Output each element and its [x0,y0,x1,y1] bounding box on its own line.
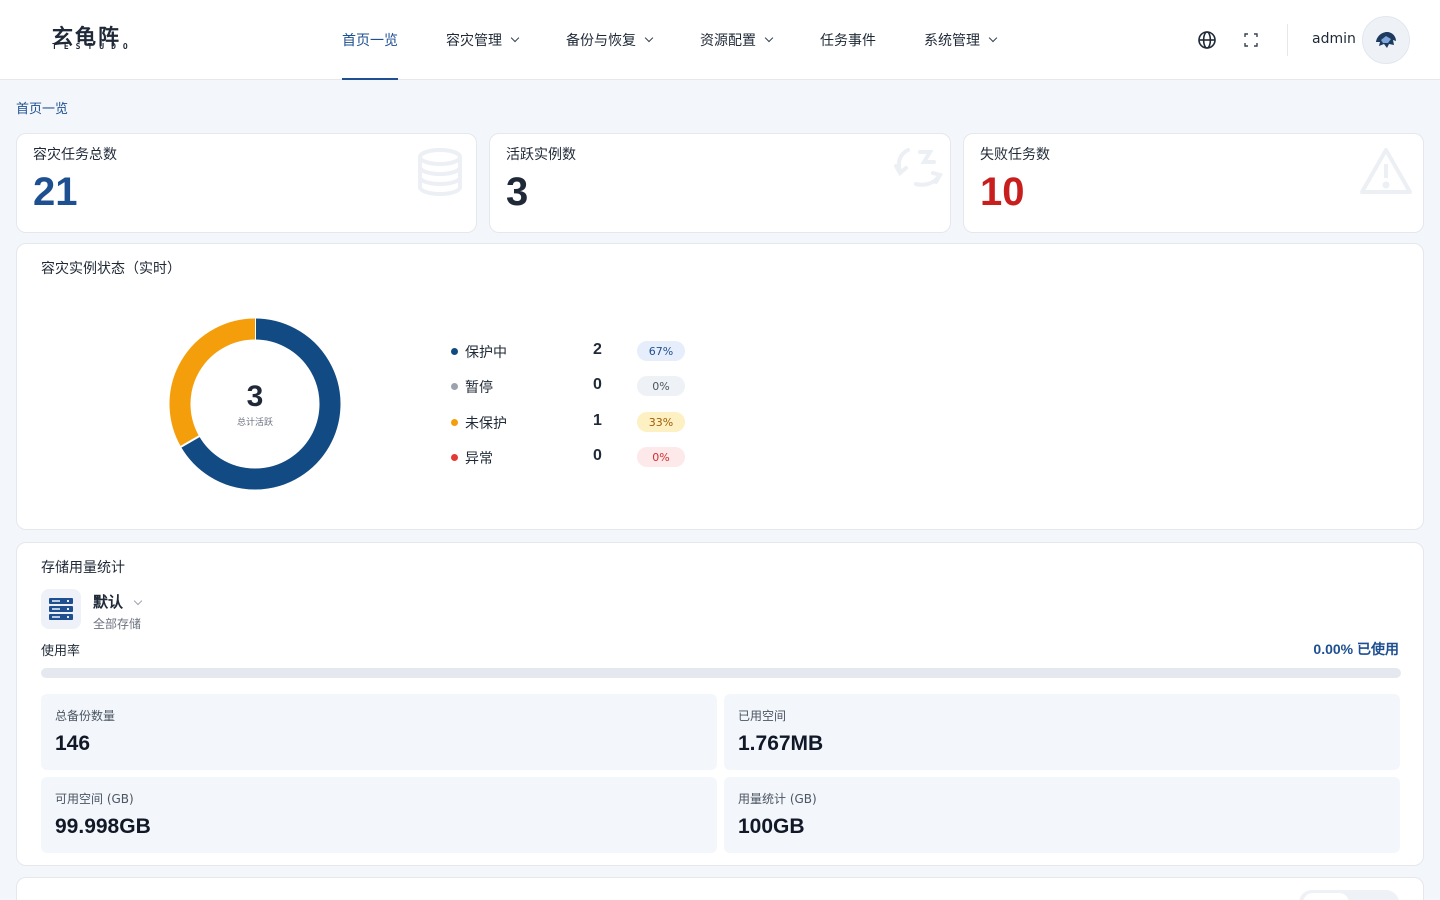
nav-item-label: 首页一览 [342,33,398,49]
chevron-down-icon [133,596,143,605]
legend-label: 暂停 [465,380,493,396]
server-icon [41,589,81,629]
legend-item-paused[interactable]: 暂停 0 0% [451,376,711,396]
status-donut-chart: 3 总计活跃 [169,317,341,490]
warning-icon [1359,146,1413,200]
metric-label: 用量统计 (GB) [738,792,817,806]
panel-title: 容灾实例状态（实时） [41,261,181,277]
brand-logo[interactable]: 玄龟阵 TESTUDO [52,26,172,53]
donut-total: 3 [246,379,264,413]
legend-percent-badge: 0% [637,447,685,467]
stat-label: 容灾任务总数 [33,147,117,163]
stat-label: 失败任务数 [980,147,1050,163]
stat-label: 活跃实例数 [506,147,576,163]
metric-label: 已用空间 [738,709,787,723]
metric-value: 1.767MB [738,732,824,755]
legend-count: 0 [593,376,602,393]
nav-item-task-events[interactable]: 任务事件 [796,0,900,80]
fullscreen-icon[interactable] [1239,28,1263,52]
metric-capacity: 用量统计 (GB) 100GB [724,777,1400,853]
stat-card-active-instances: 活跃实例数 3 [489,133,951,233]
topbar-divider [1287,24,1288,56]
legend-percent-badge: 67% [637,341,685,361]
legend-count: 2 [593,341,602,358]
next-panel [16,877,1424,900]
main-nav: 首页一览 容灾管理 备份与恢复 资源配置 任务事件 系统管理 [318,0,1020,80]
nav-item-home[interactable]: 首页一览 [318,0,422,80]
globe-icon[interactable] [1195,28,1219,52]
legend-item-unprotected[interactable]: 未保护 1 33% [451,412,711,432]
legend-dot [451,348,458,355]
donut-total-label: 总计活跃 [236,417,273,428]
chevron-down-icon [764,33,774,43]
nav-item-label: 容灾管理 [446,33,502,49]
legend-item-abnormal[interactable]: 异常 0 0% [451,447,711,467]
usage-label: 使用率 [41,644,81,659]
avatar[interactable] [1362,16,1410,64]
metric-value: 146 [55,732,91,755]
stat-value: 21 [33,170,78,214]
nav-item-label: 系统管理 [924,33,980,49]
metric-label: 可用空间 (GB) [55,792,134,806]
chevron-down-icon [510,33,520,43]
turtle-icon [1376,32,1396,48]
stat-card-total-tasks: 容灾任务总数 21 [16,133,477,233]
legend-item-protected[interactable]: 保护中 2 67% [451,341,711,361]
username-label[interactable]: admin [1312,31,1356,47]
nav-item-dr-management[interactable]: 容灾管理 [422,0,542,80]
stat-value: 10 [980,170,1025,214]
stat-value: 3 [506,170,529,214]
legend-percent-badge: 0% [637,376,685,396]
legend-dot [451,419,458,426]
breadcrumb[interactable]: 首页一览 [16,98,68,117]
segmented-tabs [1299,890,1399,900]
nav-item-label: 资源配置 [700,33,756,49]
database-icon [414,146,466,202]
legend-dot [451,383,458,390]
donut-center: 3 总计活跃 [169,318,341,490]
nav-item-system-management[interactable]: 系统管理 [900,0,1020,80]
metric-value: 100GB [738,815,805,838]
nav-item-label: 任务事件 [820,33,876,49]
instance-status-panel: 容灾实例状态（实时） 3 总计活跃 保护中 2 67% 暂停 0 0% 未保护 … [16,243,1424,530]
chevron-down-icon [988,33,998,43]
nav-item-label: 备份与恢复 [566,33,636,49]
panel-title: 存储用量统计 [41,560,125,576]
legend-label: 未保护 [465,416,507,432]
metric-used-space: 已用空间 1.767MB [724,694,1400,770]
legend-count: 1 [593,412,602,429]
chevron-down-icon [644,33,654,43]
legend-label: 异常 [465,451,493,467]
legend-label: 保护中 [465,345,507,361]
legend-percent-badge: 33% [637,412,685,432]
segmented-tab-active[interactable] [1303,893,1349,900]
storage-selector-label: 默认 [93,593,124,611]
legend-count: 0 [593,447,602,464]
storage-selector[interactable]: 默认 [93,591,143,612]
segmented-tab[interactable] [1351,893,1395,900]
top-navigation-bar: 玄龟阵 TESTUDO 首页一览 容灾管理 备份与恢复 资源配置 任务事件 系统… [0,0,1440,80]
stat-card-failed-tasks: 失败任务数 10 [963,133,1424,233]
storage-selector-sub: 全部存储 [93,617,142,631]
nav-item-backup-restore[interactable]: 备份与恢复 [542,0,676,80]
metric-total-backups: 总备份数量 146 [41,694,717,770]
nav-item-resource-config[interactable]: 资源配置 [676,0,796,80]
legend-dot [451,454,458,461]
storage-usage-panel: 存储用量统计 默认 全部存储 使用率 0.00% 已使用 总备份数量 146 已… [16,542,1424,866]
usage-progress-bar [41,668,1401,678]
metric-value: 99.998GB [55,815,151,838]
sync-icon [894,146,944,194]
metric-available-space: 可用空间 (GB) 99.998GB [41,777,717,853]
metric-label: 总备份数量 [55,709,116,723]
usage-value: 0.00% 已使用 [1313,641,1399,657]
logo-sub-text: TESTUDO [52,42,135,51]
